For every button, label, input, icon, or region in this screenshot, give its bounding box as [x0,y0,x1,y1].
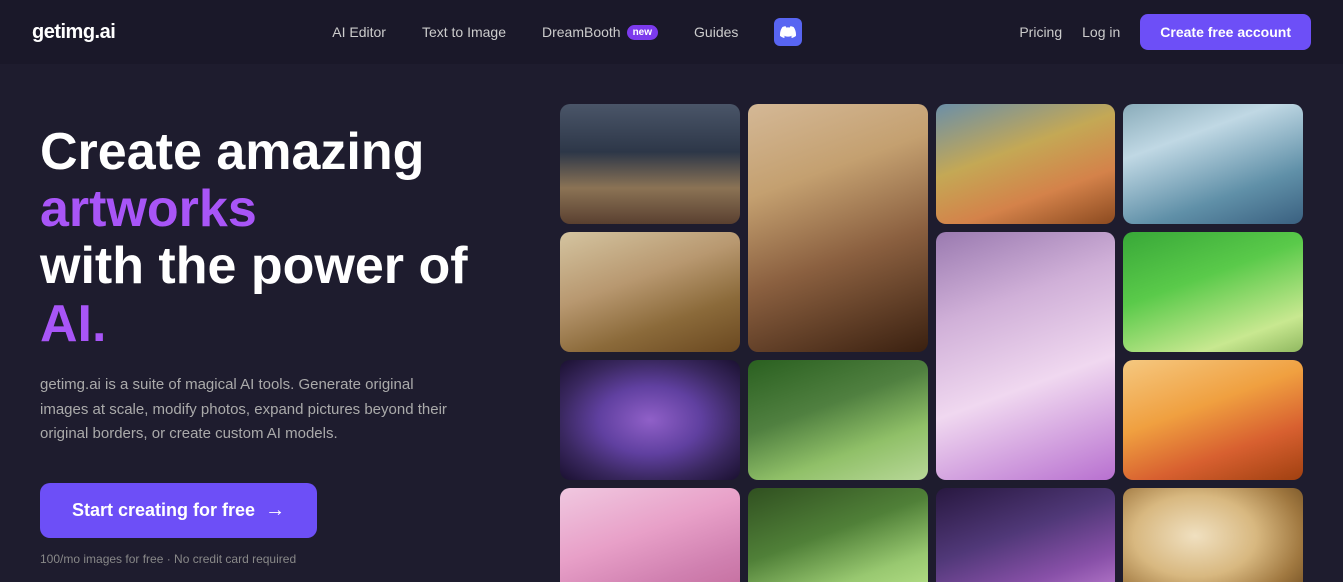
gallery-image-12 [748,488,928,582]
gallery-image-3 [936,104,1116,224]
gallery-image-14 [1123,488,1303,582]
create-account-button[interactable]: Create free account [1140,14,1311,50]
hero-title-highlight2: AI. [40,295,106,353]
gallery-image-11 [560,488,740,582]
gallery-image-10 [1123,360,1303,480]
cta-label: Start creating for free [72,500,255,521]
dreambooth-badge: new [627,25,658,40]
hero-image-grid [520,104,1303,582]
gallery-image-4 [1123,104,1303,224]
hero-content: Create amazing artworks with the power o… [40,104,520,566]
nav-dreambooth[interactable]: DreamBooth new [542,24,658,40]
hero-title: Create amazing artworks with the power o… [40,124,520,353]
navbar: getimg.ai AI Editor Text to Image DreamB… [0,0,1343,64]
hero-subtext: 100/mo images for free · No credit card … [40,552,520,566]
hero-description: getimg.ai is a suite of magical AI tools… [40,373,460,447]
hero-title-part2: with the power of [40,237,468,295]
gallery-image-7 [1123,232,1303,352]
hero-title-highlight1: artworks [40,180,257,238]
logo[interactable]: getimg.ai [32,21,115,44]
login-button[interactable]: Log in [1082,24,1120,40]
nav-links: AI Editor Text to Image DreamBooth new G… [332,18,802,46]
gallery-image-2 [748,104,928,352]
nav-actions: Pricing Log in Create free account [1019,14,1311,50]
gallery-image-5 [560,232,740,352]
hero-section: Create amazing artworks with the power o… [0,64,1343,582]
nav-ai-editor[interactable]: AI Editor [332,24,386,40]
gallery-image-9 [748,360,928,480]
cta-button[interactable]: Start creating for free → [40,483,317,538]
discord-icon[interactable] [774,18,802,46]
hero-title-part1: Create amazing [40,123,424,181]
gallery-image-8 [560,360,740,480]
cta-arrow-icon: → [265,499,285,522]
gallery-image-1 [560,104,740,224]
gallery-image-6 [936,232,1116,480]
nav-guides[interactable]: Guides [694,24,738,40]
gallery-image-13 [936,488,1116,582]
nav-text-to-image[interactable]: Text to Image [422,24,506,40]
pricing-link[interactable]: Pricing [1019,24,1062,40]
